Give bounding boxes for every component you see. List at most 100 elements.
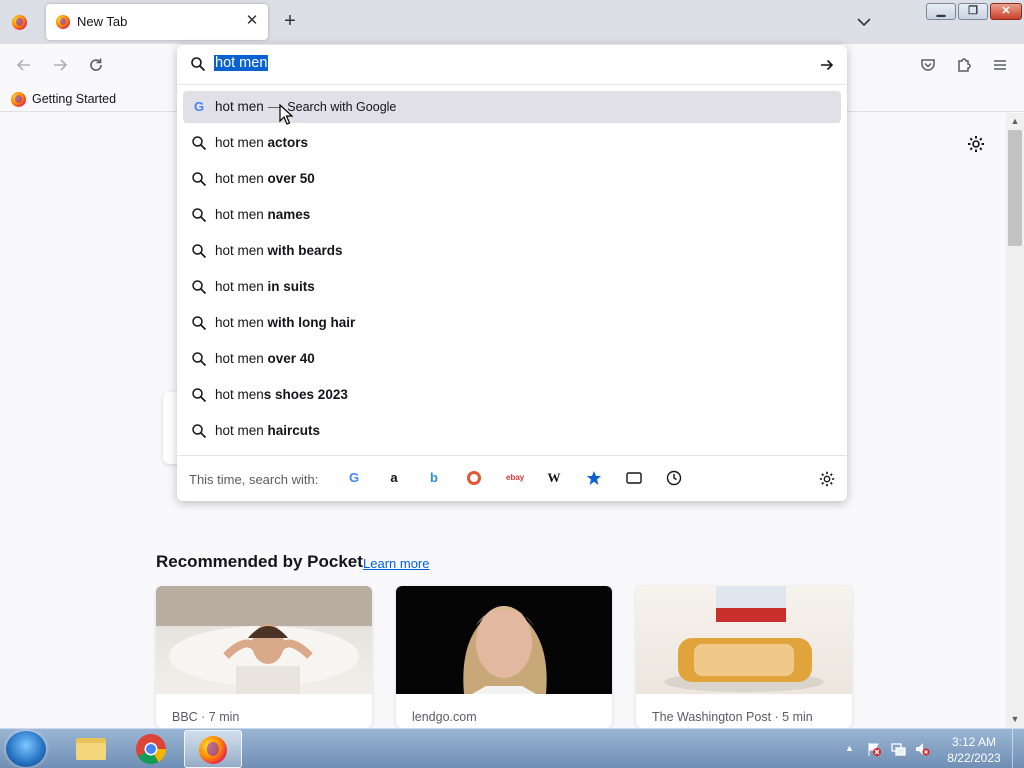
suggestion-text: hot men over 50 (215, 171, 315, 186)
window-close-button[interactable]: ✕ (990, 3, 1022, 20)
back-arrow-icon[interactable] (13, 54, 35, 76)
scroll-up-icon[interactable]: ▲ (1009, 116, 1021, 126)
suggestion-item[interactable]: hot men over 50 (183, 163, 841, 195)
go-arrow-icon[interactable] (818, 56, 836, 74)
suggestion-item[interactable]: hot men names (183, 199, 841, 231)
pocket-icon[interactable] (917, 54, 939, 76)
network-icon[interactable] (890, 741, 906, 757)
suggestion-completion: over 50 (267, 171, 315, 186)
article-thumbnail-image (396, 586, 612, 694)
suggestion-text: hot men over 40 (215, 351, 315, 366)
tab-new-tab[interactable]: New Tab ✕ (46, 4, 268, 40)
article-source: lendgo.com (412, 710, 477, 724)
amazon-icon[interactable]: a (386, 470, 402, 486)
suggestion-item[interactable]: hot men in suits (183, 271, 841, 303)
tab-close-icon[interactable]: ✕ (244, 13, 260, 29)
taskbar-chrome[interactable] (122, 730, 180, 768)
pocket-card[interactable]: BBC · 7 min (156, 586, 372, 728)
article-thumbnail-image (156, 586, 372, 694)
scrollbar-thumb[interactable] (1008, 130, 1022, 246)
search-icon (192, 352, 207, 367)
suggestion-query: hot men (215, 423, 268, 438)
suggestion-query: hot men (215, 387, 264, 402)
suggestion-query: hot men (215, 99, 264, 114)
start-button-windows-icon[interactable] (6, 731, 46, 767)
firefox-icon (199, 736, 227, 764)
history-clock-icon[interactable] (666, 470, 682, 486)
suggestion-completion: in suits (267, 279, 315, 294)
search-icon (192, 280, 207, 295)
suggestion-item[interactable]: hot men haircuts (183, 415, 841, 447)
suggestion-text: hot men in suits (215, 279, 315, 294)
tab-list-chevron-icon[interactable] (855, 13, 873, 31)
suggestion-text: hot men actors (215, 135, 308, 150)
suggestion-completion: with long hair (267, 315, 356, 330)
show-desktop-button[interactable] (1012, 729, 1024, 768)
clock-date: 8/22/2023 (947, 751, 1001, 765)
bing-icon[interactable]: b (426, 470, 442, 486)
wikipedia-icon[interactable]: W (546, 470, 562, 486)
page-settings-gear-icon[interactable] (966, 134, 986, 154)
ebay-icon[interactable]: ebay (506, 470, 524, 486)
suggestion-item[interactable]: hot men with beards (183, 235, 841, 267)
search-icon (192, 388, 207, 403)
chrome-icon (136, 734, 166, 765)
google-icon: G (193, 99, 205, 114)
search-icon (192, 424, 207, 439)
suggestion-query: hot men (215, 351, 268, 366)
show-hidden-icons-arrow-icon[interactable]: ▲ (845, 743, 855, 753)
pocket-card[interactable]: The Washington Post · 5 min (636, 586, 852, 728)
tab-strip: New Tab ✕ + ▁ ❐ ✕ (0, 0, 1024, 44)
system-clock[interactable]: 3:12 AM 8/22/2023 (944, 734, 1004, 766)
suggestion-text: hot mens shoes 2023 (215, 387, 348, 402)
scroll-down-icon[interactable]: ▼ (1009, 714, 1021, 724)
pocket-card[interactable]: lendgo.com (396, 586, 612, 728)
extensions-puzzle-icon[interactable] (953, 54, 975, 76)
suggestion-completion: actors (267, 135, 309, 150)
search-icon (192, 172, 207, 187)
forward-arrow-icon[interactable] (49, 54, 71, 76)
window-minimize-button[interactable]: ▁ (926, 3, 956, 20)
reload-icon[interactable] (85, 54, 107, 76)
urlbar-input[interactable]: hot men (214, 55, 269, 75)
hamburger-menu-icon[interactable] (989, 54, 1011, 76)
new-tab-button[interactable]: + (280, 11, 300, 31)
suggestion-completion: over 40 (267, 351, 315, 366)
search-icon (192, 208, 207, 223)
tabs-icon[interactable] (626, 470, 642, 486)
suggestion-query: hot men (215, 135, 268, 150)
suggestion-item[interactable]: hot mens shoes 2023 (183, 379, 841, 411)
clock-time: 3:12 AM (951, 735, 997, 749)
article-thumbnail-image (636, 586, 852, 694)
selected-query-text: hot men (214, 55, 269, 71)
suggestion-query: hot men (215, 279, 268, 294)
pocket-learn-more-link[interactable]: Learn more (363, 556, 429, 571)
firefox-tab-icon (56, 15, 70, 29)
firefox-bookmark-icon (11, 92, 26, 107)
firefox-view-icon[interactable] (12, 15, 27, 30)
google-icon[interactable]: G (346, 470, 362, 486)
suggestion-query: hot men (215, 207, 268, 222)
volume-muted-icon[interactable] (914, 741, 930, 757)
suggestion-query: hot men (215, 243, 268, 258)
action-center-flag-icon[interactable] (866, 741, 882, 757)
taskbar-firefox[interactable] (184, 730, 242, 768)
suggestion-query: hot men (215, 171, 268, 186)
bookmarks-star-icon[interactable] (586, 470, 602, 486)
urlbar[interactable]: hot men (177, 45, 847, 85)
search-settings-gear-icon[interactable] (818, 470, 836, 488)
suggestion-completion: names (267, 207, 311, 222)
pocket-heading: Recommended by Pocket (156, 552, 363, 571)
suggestion-item[interactable]: hot men with long hair (183, 307, 841, 339)
bookmark-label: Getting Started (32, 92, 117, 106)
taskbar-file-explorer[interactable] (62, 730, 120, 768)
window-restore-button[interactable]: ❐ (958, 3, 988, 20)
suggestion-query: hot men (215, 315, 268, 330)
search-icon (192, 136, 207, 151)
mouse-pointer-icon (279, 104, 294, 125)
suggestion-item[interactable]: hot men over 40 (183, 343, 841, 375)
suggestion-item[interactable]: hot men actors (183, 127, 841, 159)
tab-label: New Tab (77, 14, 128, 29)
suggestion-text: hot men names (215, 207, 310, 222)
duckduckgo-icon[interactable] (466, 470, 482, 486)
